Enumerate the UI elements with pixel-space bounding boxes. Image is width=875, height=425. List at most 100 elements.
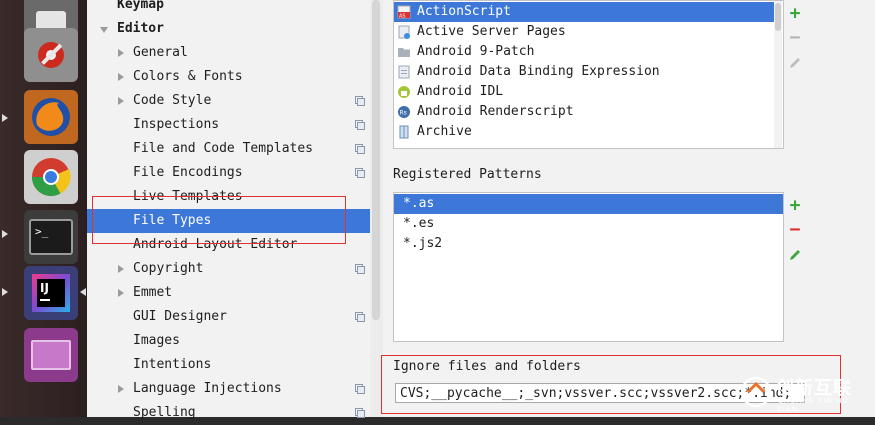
tree-item[interactable]: File Types (87, 209, 383, 233)
tree-item[interactable]: Android Layout Editor (87, 233, 383, 257)
tree-item-label: GUI Designer (133, 309, 227, 324)
launcher-settings-icon[interactable] (24, 28, 78, 82)
file-type-label: Android IDL (417, 84, 504, 99)
app-launcher: >_ IJ (0, 0, 87, 417)
chevron-right-icon[interactable] (118, 265, 124, 273)
pencil-icon (790, 58, 800, 68)
chevron-right-icon[interactable] (118, 385, 124, 393)
tree-item-label: Emmet (133, 285, 173, 300)
add-file-type-button[interactable]: + (787, 5, 803, 23)
file-type-label: Android Renderscript (417, 104, 574, 119)
tree-item[interactable]: Live Templates (87, 185, 383, 209)
pencil-icon (790, 250, 800, 260)
tree-item[interactable]: File and Code Templates (87, 137, 383, 161)
tree-item[interactable]: Copyright (87, 257, 383, 281)
archive-icon (399, 125, 409, 139)
tree-item[interactable]: Intentions (87, 353, 383, 377)
project-level-icon (355, 264, 365, 274)
tree-item[interactable]: Images (87, 329, 383, 353)
launcher-workspace-icon[interactable] (24, 328, 78, 382)
file-types-scrollbar[interactable] (774, 1, 782, 148)
tree-item-label: Spelling (133, 405, 196, 420)
launcher-chrome-icon[interactable] (24, 150, 78, 204)
tree-item-label: Inspections (133, 117, 220, 132)
pattern-label: *.as (403, 196, 435, 211)
remove-file-type-button[interactable]: − (787, 29, 803, 47)
chevron-right-icon[interactable] (118, 289, 124, 297)
tree-item-label: Colors & Fonts (133, 69, 243, 84)
tree-item-label: Live Templates (133, 189, 243, 204)
edit-pattern-button[interactable] (787, 247, 803, 263)
launcher-intellij-icon[interactable]: IJ (24, 266, 78, 320)
file-type-row[interactable]: Android IDL (394, 82, 774, 102)
recognized-file-types-list[interactable]: AS ActionScript Active Server Pages Android… (393, 0, 784, 149)
registered-patterns-list[interactable]: *.as *.es *.js2 (393, 192, 784, 342)
watermark-logo-icon (740, 376, 772, 408)
project-level-icon (355, 144, 365, 154)
tree-item-label: Copyright (133, 261, 204, 276)
actionscript-icon: AS (397, 5, 411, 19)
pattern-row[interactable]: *.js2 (394, 234, 783, 254)
tree-item[interactable]: Colors & Fonts (87, 65, 383, 89)
pattern-label: *.es (403, 216, 435, 231)
folder-icon (398, 48, 410, 57)
renderscript-icon: Rs (398, 106, 410, 118)
project-level-icon (355, 120, 365, 130)
asp-file-icon (398, 25, 410, 39)
file-type-label: Android 9-Patch (417, 44, 535, 59)
tree-item[interactable]: File Encodings (87, 161, 383, 185)
add-pattern-button[interactable]: + (787, 197, 803, 215)
registered-patterns-label: Registered Patterns (393, 167, 542, 182)
pattern-row[interactable]: *.es (394, 214, 783, 234)
tree-item-label: Editor (117, 21, 164, 36)
watermark: 创新互联 CHUANG XIN HU LIAN (740, 372, 870, 413)
svg-text:AS: AS (399, 14, 406, 20)
edit-file-type-button[interactable] (787, 55, 803, 71)
file-icon (398, 65, 410, 79)
pattern-label: *.js2 (403, 236, 443, 251)
tree-item-label: Code Style (133, 93, 212, 108)
file-type-row[interactable]: Rs Android Renderscript (394, 102, 774, 122)
watermark-subtext: CHUANG XIN HU LIAN (778, 397, 849, 413)
tree-item[interactable]: Emmet (87, 281, 383, 305)
tree-item-label: File Types (133, 213, 212, 228)
tree-item-label: Android Layout Editor (133, 237, 298, 252)
file-type-row[interactable]: Active Server Pages (394, 22, 774, 42)
tree-item-label: Images (133, 333, 180, 348)
settings-tree-scrollbar[interactable] (370, 0, 383, 417)
tree-item[interactable]: Keymap (87, 0, 383, 17)
tree-item[interactable]: Spelling (87, 401, 383, 425)
svg-text:Rs: Rs (400, 110, 407, 117)
chevron-right-icon[interactable] (118, 49, 124, 57)
launcher-firefox-icon[interactable] (24, 90, 78, 144)
file-type-row[interactable]: AS ActionScript (394, 2, 774, 22)
file-type-label: Android Data Binding Expression (417, 64, 660, 79)
file-type-label: Active Server Pages (417, 24, 566, 39)
tree-item-label: Intentions (133, 357, 212, 372)
chevron-right-icon[interactable] (118, 97, 124, 105)
launcher-terminal-icon[interactable]: >_ (24, 210, 78, 264)
tree-item-label: Keymap (117, 0, 164, 12)
pattern-row[interactable]: *.as (394, 194, 783, 214)
project-level-icon (355, 384, 365, 394)
ignore-files-label: Ignore files and folders (393, 359, 581, 374)
file-type-row[interactable]: Android Data Binding Expression (394, 62, 774, 82)
tree-item[interactable]: GUI Designer (87, 305, 383, 329)
tree-item-label: General (133, 45, 188, 60)
file-type-label: ActionScript (417, 4, 511, 19)
project-level-icon (355, 96, 365, 106)
tree-item[interactable]: Language Injections (87, 377, 383, 401)
tree-item-label: Language Injections (133, 381, 282, 396)
tree-item[interactable]: General (87, 41, 383, 65)
chevron-down-icon[interactable] (100, 27, 108, 33)
file-type-row[interactable]: Android 9-Patch (394, 42, 774, 62)
settings-tree: Keymap Editor General Colors & Fonts Code St… (87, 0, 383, 420)
file-type-row[interactable]: Archive (394, 122, 774, 142)
tree-item[interactable]: Code Style (87, 89, 383, 113)
chevron-right-icon[interactable] (118, 73, 124, 81)
project-level-icon (355, 312, 365, 322)
tree-item[interactable]: Inspections (87, 113, 383, 137)
tree-item[interactable]: Editor (87, 17, 383, 41)
project-level-icon (355, 168, 365, 178)
remove-pattern-button[interactable]: − (787, 221, 803, 239)
